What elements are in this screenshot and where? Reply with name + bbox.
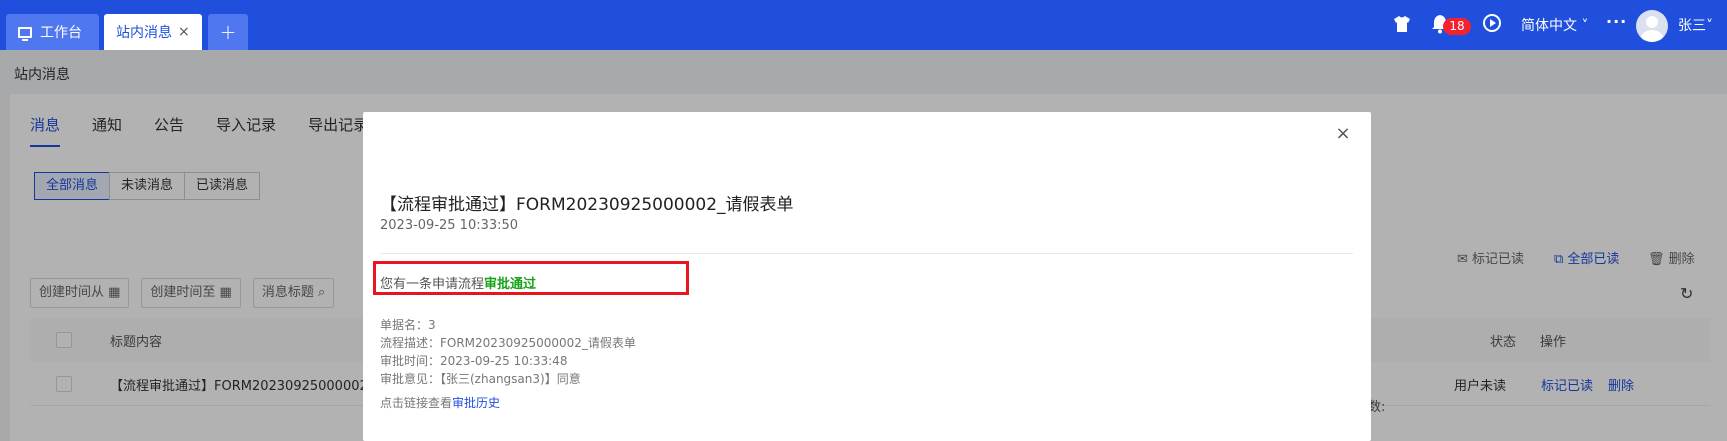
play-icon[interactable] xyxy=(1483,14,1501,32)
top-bar: 工作台 站内消息 × + 18 简体中文 ˅ ··· 张三˅ xyxy=(0,0,1727,50)
tab-label: 站内消息 xyxy=(116,25,172,41)
avatar[interactable] xyxy=(1636,10,1668,42)
tab-workbench[interactable]: 工作台 xyxy=(6,14,99,50)
tab-label: 工作台 xyxy=(40,25,82,41)
add-tab-button[interactable]: + xyxy=(208,14,248,50)
detail-approve-time: 审批时间：2023-09-25 10:33:48 xyxy=(380,354,568,368)
summary-prefix: 您有一条申请流程 xyxy=(380,277,485,292)
approval-history-link[interactable]: 审批历史 xyxy=(452,396,500,410)
language-select[interactable]: 简体中文 ˅ xyxy=(1521,15,1588,35)
monitor-icon xyxy=(18,26,32,41)
notification-badge: 18 xyxy=(1443,18,1471,35)
close-icon[interactable]: × xyxy=(1333,124,1353,144)
skin-icon[interactable] xyxy=(1393,16,1411,32)
history-link-line: 点击链接查看审批历史 xyxy=(380,394,500,411)
detail-description: 流程描述：FORM20230925000002_请假表单 xyxy=(380,336,636,350)
modal-summary: 您有一条申请流程审批通过 xyxy=(380,273,536,292)
detail-doc-name: 单据名：3 xyxy=(380,318,436,332)
divider xyxy=(380,253,1353,254)
tab-site-messages[interactable]: 站内消息 × xyxy=(104,14,202,50)
message-detail-modal: × 【流程审批通过】FORM20230925000002_请假表单 2023-0… xyxy=(363,112,1371,441)
summary-status: 审批通过 xyxy=(484,277,537,292)
more-icon[interactable]: ··· xyxy=(1606,12,1627,31)
close-icon[interactable]: × xyxy=(178,24,190,40)
user-menu[interactable]: 张三˅ xyxy=(1678,15,1713,35)
detail-opinion: 审批意见：【张三(zhangsan3)】同意 xyxy=(380,372,581,386)
modal-time: 2023-09-25 10:33:50 xyxy=(380,218,519,233)
modal-title: 【流程审批通过】FORM20230925000002_请假表单 xyxy=(380,195,794,215)
link-prefix: 点击链接查看 xyxy=(380,396,453,410)
